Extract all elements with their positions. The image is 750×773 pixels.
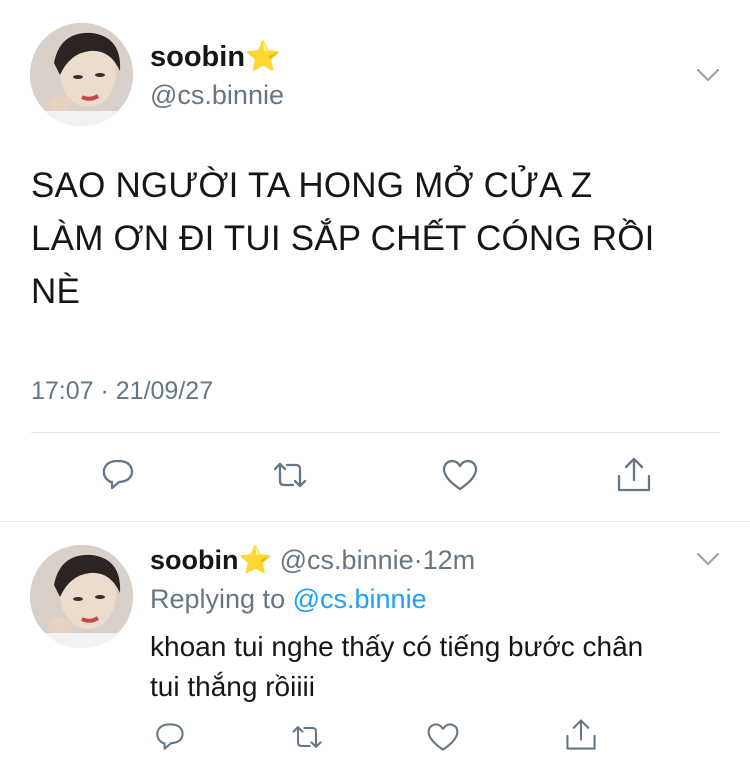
share-button[interactable] — [612, 453, 656, 497]
reply-like-button[interactable] — [421, 715, 465, 759]
star-badge-icon: ⭐ — [245, 41, 282, 73]
reply-text: khoan tui nghe thấy có tiếng bước chân t… — [150, 627, 730, 707]
retweet-button[interactable] — [268, 453, 312, 497]
reply-header: soobin⭐ @cs.binnie·12m — [150, 543, 475, 577]
tweet-text-line: LÀM ƠN ĐI TUI SẮP CHẾT CÓNG RỒI — [31, 219, 655, 258]
share-icon — [617, 457, 651, 492]
tweet-text-line: NÈ — [31, 272, 81, 311]
reply-retweet-button[interactable] — [285, 715, 329, 759]
reply-share-button[interactable] — [559, 713, 603, 757]
divider — [31, 432, 720, 433]
avatar[interactable] — [30, 23, 133, 126]
divider — [0, 521, 750, 522]
replying-to-label: Replying to — [150, 584, 286, 614]
replying-to: Replying to @cs.binnie — [150, 582, 427, 616]
tweet-text-line: SAO NGƯỜI TA HONG MỞ CỬA Z — [31, 166, 593, 205]
reply-button[interactable] — [96, 453, 140, 497]
tweet-timestamp[interactable]: 17:07 · 21/09/27 — [31, 375, 213, 407]
chevron-down-icon — [696, 552, 720, 566]
reply-avatar[interactable] — [30, 545, 133, 648]
reply-time[interactable]: 12m — [423, 545, 476, 575]
reply-text-line: tui thắng rồiiii — [150, 671, 315, 702]
reply-reply-button[interactable] — [148, 715, 192, 759]
retweet-icon — [292, 726, 322, 748]
share-icon — [566, 719, 596, 750]
speech-bubble-icon — [102, 459, 134, 490]
chevron-down-icon — [696, 68, 720, 82]
reply-user-handle[interactable]: @cs.binnie — [280, 545, 414, 575]
tweet-text: SAO NGƯỜI TA HONG MỞ CỬA Z LÀM ƠN ĐI TUI… — [31, 159, 731, 318]
reply-display-name[interactable]: soobin — [150, 545, 239, 575]
reply-menu-button[interactable] — [690, 542, 726, 574]
tweet-menu-button[interactable] — [690, 58, 726, 90]
reply-text-line: khoan tui nghe thấy có tiếng bước chân — [150, 631, 644, 662]
heart-icon — [442, 459, 478, 491]
retweet-icon — [273, 462, 307, 488]
heart-icon — [427, 723, 459, 751]
speech-bubble-icon — [156, 723, 184, 750]
display-name[interactable]: soobin⭐ — [150, 40, 281, 74]
user-handle[interactable]: @cs.binnie — [150, 78, 284, 112]
star-badge-icon: ⭐ — [238, 545, 273, 575]
replying-to-link[interactable]: @cs.binnie — [293, 584, 427, 614]
like-button[interactable] — [438, 453, 482, 497]
separator-dot: · — [413, 545, 423, 575]
